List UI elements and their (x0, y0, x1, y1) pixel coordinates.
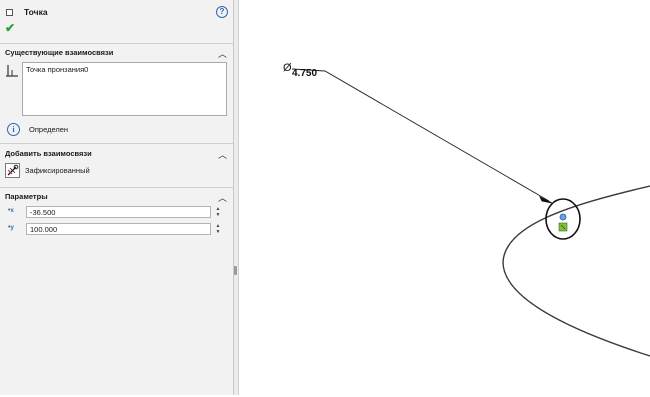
x-coordinate-input[interactable] (27, 207, 210, 217)
fix-relation-button[interactable] (5, 163, 20, 178)
property-manager-panel: Точка ? ✔ Существующие взаимосвязи ︿ Точ… (0, 0, 234, 395)
definition-status: Определен (29, 125, 69, 134)
y-coordinate-field[interactable] (26, 223, 211, 235)
divider (0, 143, 233, 144)
selected-point (559, 213, 567, 221)
y-coordinate-icon: •y (8, 224, 14, 231)
parameters-header[interactable]: Параметры ︿ (5, 191, 229, 203)
info-icon: i (7, 123, 20, 136)
point-icon (6, 9, 13, 16)
dimension-leader-line (291, 68, 550, 202)
help-icon[interactable]: ? (216, 6, 228, 18)
divider (0, 187, 233, 188)
relation-type-icon (6, 65, 18, 77)
panel-title-row: Точка ? (4, 6, 229, 20)
y-spinner[interactable]: ▲ ▼ (214, 223, 222, 235)
fix-anchor-icon (7, 164, 19, 176)
dimension-symbol: Ø (283, 62, 292, 74)
x-coordinate-field[interactable] (26, 206, 211, 218)
dimension-value: 4.750 (292, 68, 317, 79)
existing-relations-header[interactable]: Существующие взаимосвязи ︿ (5, 47, 229, 59)
add-relations-header[interactable]: Добавить взаимосвязи ︿ (5, 148, 229, 160)
sketch-ellipse-arc (502, 185, 650, 357)
existing-relations-title: Существующие взаимосвязи (5, 48, 114, 57)
x-spinner[interactable]: ▲ ▼ (214, 206, 222, 218)
ok-check-icon[interactable]: ✔ (5, 21, 15, 35)
existing-relations-list[interactable]: Точка пронзания0 (22, 62, 227, 116)
dimension-arrowhead (539, 196, 553, 204)
add-relations-title: Добавить взаимосвязи (5, 149, 92, 158)
chevron-up-icon[interactable]: ︿ (218, 191, 227, 204)
parameters-title: Параметры (5, 192, 48, 201)
graphics-area[interactable]: Ø 4.750 (239, 0, 650, 395)
splitter-grip-icon[interactable] (234, 266, 237, 275)
chevron-up-icon[interactable]: ︿ (218, 47, 227, 60)
panel-title: Точка (24, 7, 48, 17)
sketch-canvas[interactable]: Ø 4.750 (239, 0, 650, 395)
chevron-up-icon[interactable]: ︿ (218, 148, 227, 161)
divider (0, 43, 233, 44)
y-coordinate-input[interactable] (27, 224, 210, 234)
relation-list-item[interactable]: Точка пронзания0 (26, 65, 88, 74)
fix-relation-label[interactable]: Зафиксированный (25, 166, 90, 175)
x-coordinate-icon: •x (8, 207, 14, 214)
